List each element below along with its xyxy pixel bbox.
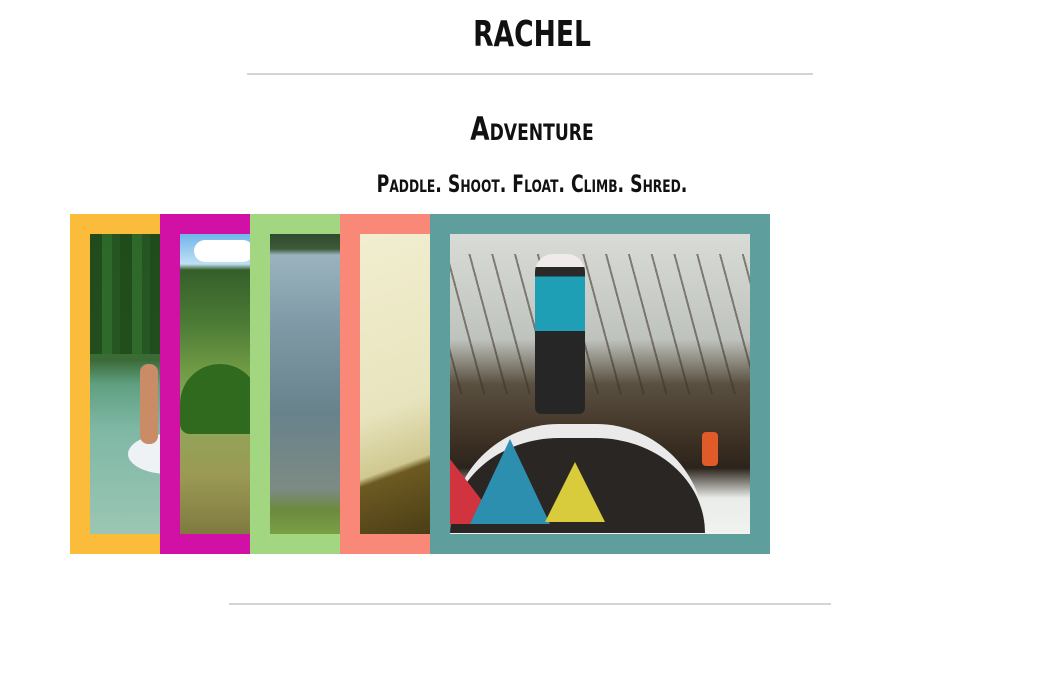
site-title[interactable]: RACHEL (96, 14, 968, 55)
section-title: Adventure (470, 110, 594, 148)
section-tagline: Paddle. Shoot. Float. Climb. Shred. (376, 170, 688, 198)
gallery-card-snowboard[interactable] (430, 214, 770, 554)
header-divider (247, 73, 813, 75)
snowboard-photo (450, 234, 750, 534)
footer-divider (229, 603, 831, 605)
photo-gallery (70, 214, 770, 554)
